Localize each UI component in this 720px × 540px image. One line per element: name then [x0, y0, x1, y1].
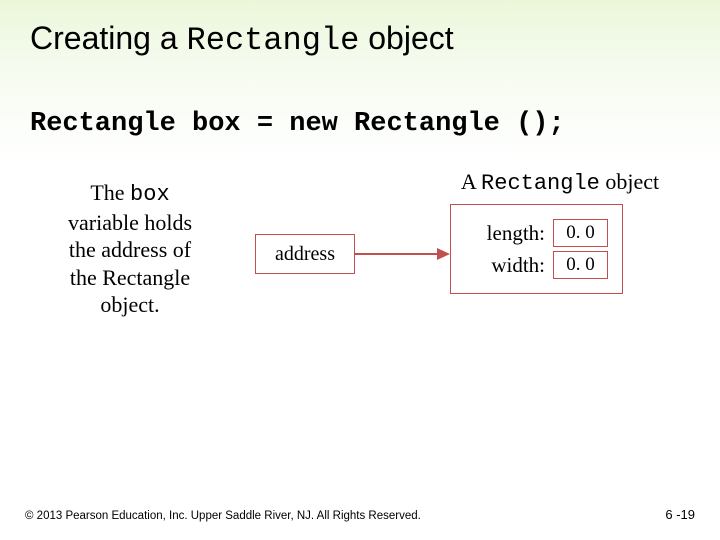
caption-box-variable: The box variable holds the address of th…	[45, 179, 215, 319]
caption-left-l5: object.	[100, 292, 159, 317]
title-code: Rectangle	[187, 22, 360, 59]
diagram-area: The box variable holds the address of th…	[30, 179, 690, 379]
length-label: length:	[465, 221, 545, 246]
slide-title: Creating a Rectangle object	[30, 20, 690, 59]
caption-rectangle-object: A Rectangle object	[430, 169, 690, 196]
slide-content: Creating a Rectangle object Rectangle bo…	[0, 0, 720, 399]
copyright-footer: © 2013 Pearson Education, Inc. Upper Sad…	[25, 510, 421, 522]
slide-number: 6 -19	[665, 507, 695, 522]
title-post: object	[359, 20, 453, 56]
pointer-arrow-icon	[355, 244, 450, 264]
code-declaration: Rectangle box = new Rectangle ();	[30, 109, 690, 139]
object-row-length: length: 0. 0	[465, 219, 608, 247]
width-label: width:	[465, 253, 545, 278]
caption-right-code: Rectangle	[481, 171, 600, 196]
length-value: 0. 0	[553, 219, 608, 247]
caption-left-l2: variable holds	[68, 210, 192, 235]
caption-right-post: object	[600, 169, 659, 194]
address-label: address	[275, 243, 335, 266]
caption-left-l1a: The	[90, 180, 130, 205]
width-value: 0. 0	[553, 251, 608, 279]
object-row-width: width: 0. 0	[465, 251, 608, 279]
address-box: address	[255, 234, 355, 274]
caption-right-pre: A	[461, 169, 481, 194]
title-pre: Creating a	[30, 20, 187, 56]
caption-left-l3: the address of	[69, 237, 191, 262]
caption-left-l4: the Rectangle	[70, 265, 190, 290]
rectangle-object-box: length: 0. 0 width: 0. 0	[450, 204, 623, 294]
caption-left-l1b: box	[130, 182, 170, 207]
